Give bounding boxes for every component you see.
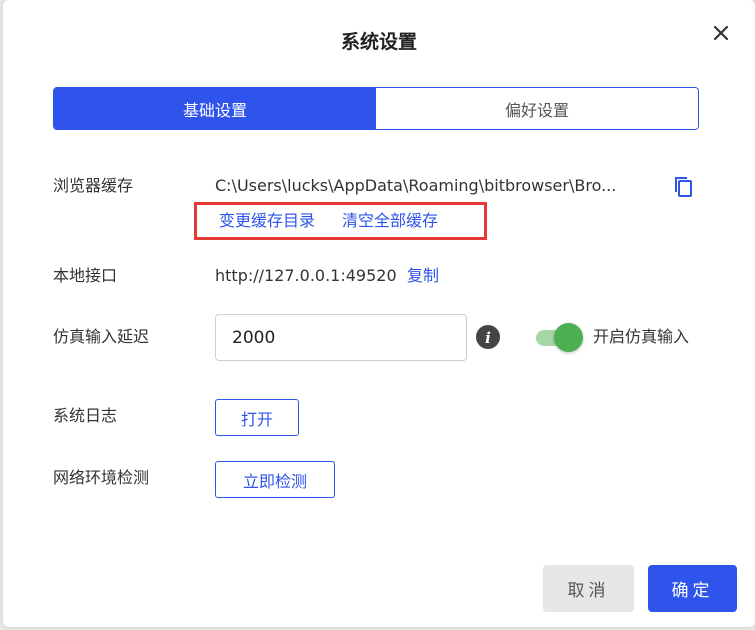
cancel-button[interactable]: 取消	[543, 565, 634, 612]
local-port-url: http://127.0.0.1:49520	[215, 266, 397, 285]
tab-basic-settings[interactable]: 基础设置	[54, 88, 376, 129]
system-log-label: 系统日志	[53, 406, 118, 425]
settings-dialog: 系统设置 基础设置 偏好设置 浏览器缓存 C:\Users\lucks\AppD…	[3, 0, 755, 627]
info-icon: i	[476, 325, 500, 349]
confirm-button[interactable]: 确定	[648, 565, 737, 612]
cache-label: 浏览器缓存	[53, 176, 134, 195]
simulate-input-label: 开启仿真输入	[593, 327, 690, 346]
clear-all-cache-link[interactable]: 清空全部缓存	[342, 210, 438, 232]
cache-path: C:\Users\lucks\AppData\Roaming\bitbrowse…	[215, 176, 617, 195]
open-log-button[interactable]: 打开	[215, 399, 299, 436]
close-button[interactable]	[709, 21, 733, 45]
network-check-label: 网络环境检测	[53, 468, 150, 487]
input-delay-label: 仿真输入延迟	[53, 327, 150, 346]
tab-preference-settings[interactable]: 偏好设置	[376, 88, 698, 129]
simulate-input-toggle[interactable]	[536, 323, 583, 352]
change-cache-dir-link[interactable]: 变更缓存目录	[219, 210, 315, 232]
svg-text:i: i	[485, 329, 491, 347]
network-check-button[interactable]: 立即检测	[215, 461, 335, 498]
copy-url-link[interactable]: 复制	[407, 265, 439, 287]
settings-tabs: 基础设置 偏好设置	[53, 87, 699, 130]
local-port-label: 本地接口	[53, 266, 118, 285]
close-icon	[713, 25, 729, 41]
copy-path-button[interactable]	[673, 175, 695, 199]
info-button[interactable]: i	[476, 325, 500, 349]
dialog-title: 系统设置	[340, 31, 417, 53]
copy-icon	[675, 177, 692, 197]
input-delay-field[interactable]	[215, 314, 467, 361]
page: 0000000 系统设置 基础设置 偏好设置 浏览器缓存 C:\Users\lu…	[0, 0, 755, 630]
toggle-thumb	[554, 323, 583, 352]
